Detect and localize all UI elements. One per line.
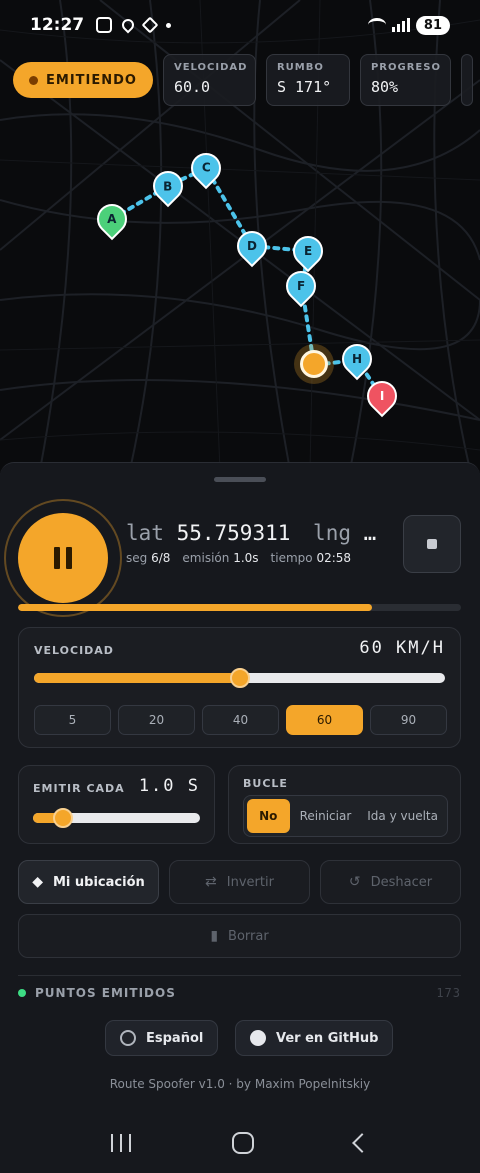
recent-apps-icon[interactable]: [110, 1134, 131, 1152]
stop-button[interactable]: [403, 515, 461, 573]
emitted-count: 173: [436, 986, 461, 1000]
speed-presets: 5 20 40 60 90: [34, 705, 447, 735]
stat-speed: VELOCIDAD 60.0: [162, 54, 256, 106]
segment-value: 6/8: [151, 551, 171, 565]
divider: [18, 975, 461, 976]
loop-card: BUCLE No Reiniciar Ida y vuelta: [228, 765, 461, 844]
my-location-label: Mi ubicación: [53, 874, 145, 890]
battery-indicator: 81: [415, 15, 450, 35]
speed-preset-60[interactable]: 60: [286, 705, 363, 735]
speed-preset-20[interactable]: 20: [118, 705, 195, 735]
loop-option-restart[interactable]: Reiniciar: [294, 799, 358, 833]
loop-title: BUCLE: [243, 777, 288, 790]
live-dot-icon: [18, 989, 26, 997]
github-button[interactable]: Ver en GitHub: [235, 1020, 394, 1056]
speed-preset-5[interactable]: 5: [34, 705, 111, 735]
sheet-drag-handle[interactable]: [214, 477, 266, 482]
pause-button[interactable]: [18, 513, 108, 603]
undo-label: Deshacer: [370, 874, 433, 890]
top-chips: EMITIENDO VELOCIDAD 60.0 RUMBO S 171° PR…: [13, 54, 473, 106]
emission-info: emisión 1.0s: [182, 551, 258, 565]
trash-icon: ▮: [210, 928, 219, 944]
loop-options: No Reiniciar Ida y vuelta: [243, 795, 448, 837]
status-time: 12:27: [30, 15, 85, 35]
pause-icon: [54, 547, 60, 569]
undo-button[interactable]: ↺ Deshacer: [320, 860, 461, 904]
route-meta: seg 6/8 emisión 1.0s tiempo 02:58: [126, 551, 351, 565]
clear-button[interactable]: ▮ Borrar: [18, 914, 461, 958]
emission-value: 1.0s: [233, 551, 259, 565]
current-position-marker: [300, 350, 328, 378]
lng-label: lng: [313, 521, 351, 545]
time-value: 02:58: [316, 551, 352, 565]
swap-icon: ⇄: [205, 874, 217, 890]
my-location-button[interactable]: ◆ Mi ubicación: [18, 860, 159, 904]
speed-slider[interactable]: [34, 668, 445, 688]
language-button[interactable]: Español: [105, 1020, 219, 1056]
speed-value: 60 KM/H: [359, 638, 445, 658]
emitting-badge: EMITIENDO: [13, 62, 153, 98]
lng-value: …: [363, 521, 377, 545]
github-label: Ver en GitHub: [276, 1030, 379, 1046]
control-sheet: lat 55.759311 lng … seg 6/8 emisión 1.0s…: [0, 462, 480, 1173]
location-icon: [119, 16, 137, 34]
screenshot-icon: [96, 17, 113, 33]
credit-text: Route Spoofer v1.0 · by Maxim Popelnitsk…: [109, 1077, 371, 1091]
emitted-label: PUNTOS EMITIDOS: [35, 986, 176, 1000]
pause-icon-bar: [66, 547, 72, 569]
speed-card: VELOCIDAD 60 KM/H 5 20 40 60 90: [18, 627, 461, 748]
emit-interval-title: EMITIR CADA: [33, 782, 125, 795]
stat-heading: RUMBO S 171°: [265, 54, 350, 106]
stat-progress: PROGRESO 80%: [359, 54, 451, 106]
segment-info: seg 6/8: [126, 551, 170, 565]
clear-label: Borrar: [228, 928, 269, 944]
home-icon[interactable]: [231, 1132, 254, 1154]
emission-label: emisión: [182, 551, 230, 565]
github-icon: [250, 1030, 266, 1046]
notification-dot-icon: [166, 22, 172, 28]
speed-title: VELOCIDAD: [34, 644, 114, 657]
status-bar: 12:27 81: [0, 0, 480, 50]
emitting-dot-icon: [29, 75, 38, 85]
signal-icon: [391, 18, 410, 32]
emit-interval-card: EMITIR CADA 1.0 S: [18, 765, 215, 844]
emitted-points-row: PUNTOS EMITIDOS 173: [18, 986, 461, 1000]
back-icon[interactable]: [352, 1133, 373, 1153]
emit-interval-slider[interactable]: [33, 808, 200, 828]
speed-slider-knob[interactable]: [229, 668, 250, 688]
loop-option-no[interactable]: No: [247, 799, 290, 833]
stop-icon: [427, 539, 437, 549]
emit-interval-value: 1.0 S: [138, 776, 200, 796]
time-label: tiempo: [270, 551, 313, 565]
wifi-icon: [367, 18, 386, 32]
speed-slider-fill: [34, 673, 240, 683]
lat-label: lat: [126, 521, 164, 545]
speed-preset-90[interactable]: 90: [370, 705, 447, 735]
loop-option-ping-pong[interactable]: Ida y vuelta: [361, 799, 444, 833]
location-diamond-icon: ◆: [32, 874, 43, 890]
lat-value: 55.759311: [176, 521, 291, 545]
language-label: Español: [146, 1030, 204, 1046]
emit-interval-slider-knob[interactable]: [53, 808, 74, 828]
invert-button[interactable]: ⇄ Invertir: [169, 860, 310, 904]
route-progress-bar: [18, 604, 461, 611]
nav-icon: [141, 16, 159, 34]
stat-overflow: [460, 54, 473, 106]
time-info: tiempo 02:58: [271, 551, 352, 565]
coordinates-readout: lat 55.759311 lng …: [126, 521, 376, 545]
invert-label: Invertir: [226, 874, 274, 890]
route-progress-fill: [18, 604, 373, 611]
speed-preset-40[interactable]: 40: [202, 705, 279, 735]
system-nav-bar: [0, 1118, 480, 1168]
globe-icon: [120, 1030, 136, 1046]
undo-icon: ↺: [348, 874, 361, 890]
segment-label: seg: [126, 551, 148, 565]
